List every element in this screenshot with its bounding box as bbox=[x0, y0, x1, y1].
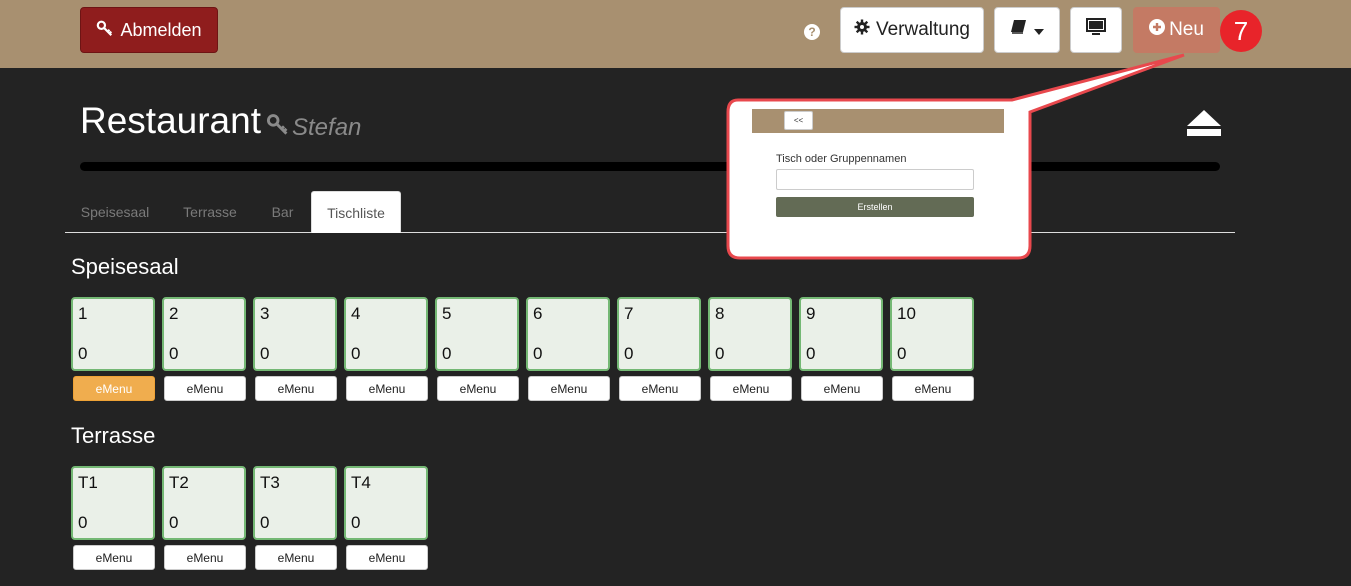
caret-down-icon bbox=[1034, 19, 1044, 41]
page-title: Restaurant bbox=[80, 100, 261, 141]
tab-bar: Speisesaal Terrasse Bar Tischliste bbox=[65, 191, 1235, 233]
table-guest-count: 0 bbox=[351, 513, 361, 532]
table-guest-count: 0 bbox=[533, 344, 543, 363]
plus-circle-icon bbox=[1149, 19, 1166, 41]
table-guest-count: 0 bbox=[351, 344, 361, 363]
table-card[interactable]: T2 0 bbox=[162, 466, 246, 540]
user-label: Stefan bbox=[292, 113, 362, 141]
table-card[interactable]: T4 0 bbox=[344, 466, 428, 540]
table-guest-count: 0 bbox=[169, 344, 179, 363]
emenu-button[interactable]: eMenu bbox=[892, 376, 974, 401]
book-icon bbox=[1010, 19, 1028, 41]
table-name: 4 bbox=[351, 304, 361, 323]
key-icon bbox=[266, 112, 290, 143]
create-table-popup: << Tisch oder Gruppennamen Erstellen bbox=[752, 109, 1004, 234]
table-name: 1 bbox=[78, 304, 88, 323]
new-label: Neu bbox=[1169, 19, 1204, 40]
logout-label: Abmelden bbox=[120, 19, 202, 40]
logout-button[interactable]: Abmelden bbox=[80, 7, 218, 53]
table-name: 7 bbox=[624, 304, 634, 323]
table-name: 9 bbox=[806, 304, 816, 323]
emenu-button[interactable]: eMenu bbox=[73, 545, 155, 570]
table-name-input[interactable] bbox=[776, 169, 974, 190]
emenu-button[interactable]: eMenu bbox=[255, 376, 337, 401]
tab-bar-item[interactable]: Bar bbox=[260, 191, 305, 233]
gear-icon bbox=[854, 19, 870, 41]
emenu-button[interactable]: eMenu bbox=[437, 376, 519, 401]
table-card[interactable]: 90 bbox=[799, 297, 883, 371]
table-card[interactable]: T1 0 bbox=[71, 466, 155, 540]
emenu-button[interactable]: eMenu bbox=[619, 376, 701, 401]
table-card[interactable]: T3 0 bbox=[253, 466, 337, 540]
table-guest-count: 0 bbox=[78, 344, 88, 363]
new-button[interactable]: Neu bbox=[1133, 7, 1220, 53]
table-card[interactable]: 10 bbox=[71, 297, 155, 371]
table-guest-count: 0 bbox=[806, 344, 816, 363]
popup-header: << bbox=[752, 109, 1004, 133]
emenu-button[interactable]: eMenu bbox=[346, 376, 428, 401]
table-card[interactable]: 60 bbox=[526, 297, 610, 371]
table-name: T4 bbox=[351, 473, 371, 492]
table-card[interactable]: 80 bbox=[708, 297, 792, 371]
admin-label: Verwaltung bbox=[875, 19, 970, 40]
table-name: 5 bbox=[442, 304, 452, 323]
tab-tischliste[interactable]: Tischliste bbox=[311, 191, 401, 233]
table-name: T3 bbox=[260, 473, 280, 492]
display-button[interactable] bbox=[1070, 7, 1122, 53]
table-card[interactable]: 70 bbox=[617, 297, 701, 371]
table-name: 6 bbox=[533, 304, 543, 323]
tab-terrasse[interactable]: Terrasse bbox=[170, 191, 250, 233]
section-title: Speisesaal bbox=[71, 254, 179, 279]
create-button[interactable]: Erstellen bbox=[776, 197, 974, 217]
table-card[interactable]: 40 bbox=[344, 297, 428, 371]
table-card[interactable]: 20 bbox=[162, 297, 246, 371]
table-guest-count: 0 bbox=[897, 344, 907, 363]
emenu-button[interactable]: eMenu bbox=[164, 376, 246, 401]
emenu-button[interactable]: eMenu bbox=[528, 376, 610, 401]
table-guest-count: 0 bbox=[260, 344, 270, 363]
table-guest-count: 0 bbox=[78, 513, 88, 532]
emenu-button[interactable]: eMenu bbox=[255, 545, 337, 570]
table-name-label: Tisch oder Gruppennamen bbox=[776, 153, 907, 165]
table-card[interactable]: 10 0 bbox=[890, 297, 974, 371]
user-name: Stefan bbox=[266, 112, 361, 143]
top-navbar: Abmelden ? Verwaltung Neu 7 bbox=[0, 0, 1351, 68]
table-card[interactable]: 30 bbox=[253, 297, 337, 371]
monitor-icon bbox=[1086, 18, 1106, 42]
table-guest-count: 0 bbox=[260, 513, 270, 532]
back-button[interactable]: << bbox=[784, 111, 813, 130]
table-card[interactable]: 50 bbox=[435, 297, 519, 371]
table-guest-count: 0 bbox=[624, 344, 634, 363]
table-name: 2 bbox=[169, 304, 179, 323]
eject-icon[interactable] bbox=[1187, 110, 1221, 136]
help-icon[interactable]: ? bbox=[804, 24, 820, 40]
emenu-button[interactable]: eMenu bbox=[73, 376, 155, 401]
emenu-button[interactable]: eMenu bbox=[710, 376, 792, 401]
emenu-button[interactable]: eMenu bbox=[801, 376, 883, 401]
table-guest-count: 0 bbox=[169, 513, 179, 532]
table-name: 3 bbox=[260, 304, 270, 323]
tab-speisesaal[interactable]: Speisesaal bbox=[65, 191, 165, 233]
key-icon bbox=[96, 19, 114, 42]
table-guest-count: 0 bbox=[442, 344, 452, 363]
table-name: 8 bbox=[715, 304, 725, 323]
emenu-button[interactable]: eMenu bbox=[346, 545, 428, 570]
table-name: T1 bbox=[78, 473, 98, 492]
table-guest-count: 0 bbox=[715, 344, 725, 363]
progress-bar bbox=[80, 162, 1220, 171]
section-title: Terrasse bbox=[71, 423, 156, 448]
admin-button[interactable]: Verwaltung bbox=[840, 7, 984, 53]
emenu-button[interactable]: eMenu bbox=[164, 545, 246, 570]
table-name: 10 bbox=[897, 304, 916, 323]
book-dropdown-button[interactable] bbox=[994, 7, 1060, 53]
step-badge: 7 bbox=[1220, 10, 1262, 52]
table-name: T2 bbox=[169, 473, 189, 492]
